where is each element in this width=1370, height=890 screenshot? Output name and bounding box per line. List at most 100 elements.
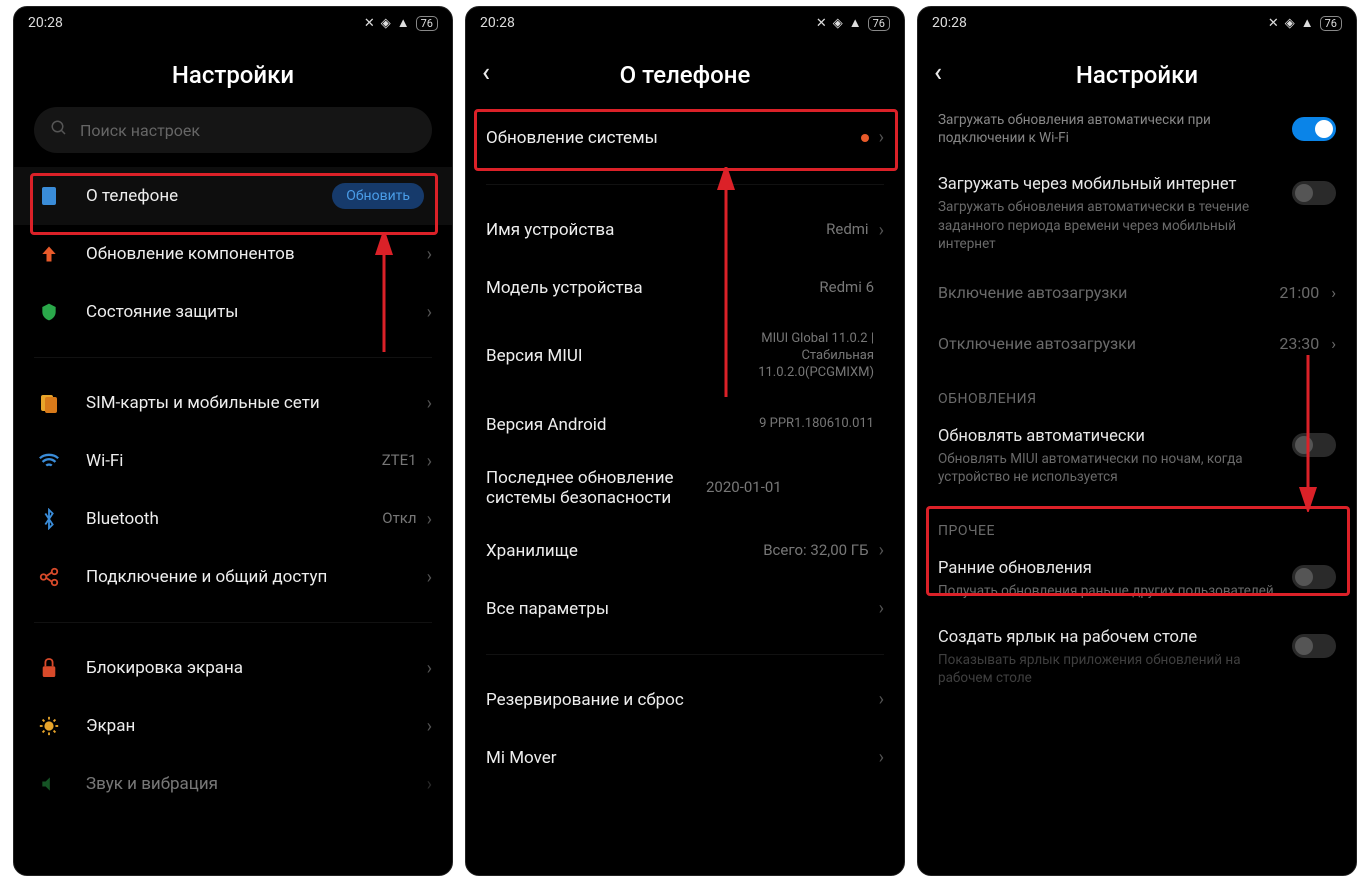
mobile-download-toggle[interactable]: Загружать через мобильный интернет Загру… bbox=[918, 161, 1356, 267]
dnd-icon: ✕ bbox=[1268, 16, 1279, 31]
chevron-right-icon: › bbox=[879, 540, 884, 561]
wifi-download-toggle[interactable]: Загружать обновления автоматически при п… bbox=[918, 107, 1356, 161]
toggle-title: Ранние обновления bbox=[938, 559, 1280, 578]
row-label: Версия Android bbox=[486, 415, 759, 435]
status-icons: ✕ ◈ ▲ 76 bbox=[1268, 15, 1342, 31]
row-label: Обновление компонентов bbox=[86, 244, 427, 264]
notification-dot-icon bbox=[861, 134, 869, 142]
toggle-switch[interactable] bbox=[1292, 634, 1336, 658]
components-update-row[interactable]: Обновление компонентов › bbox=[14, 225, 452, 283]
toggle-switch[interactable] bbox=[1292, 565, 1336, 589]
section-header-updates: ОБНОВЛЕНИЯ bbox=[918, 369, 1356, 413]
chevron-right-icon: › bbox=[427, 658, 432, 679]
lockscreen-row[interactable]: Блокировка экрана › bbox=[14, 639, 452, 697]
sharing-row[interactable]: Подключение и общий доступ › bbox=[14, 548, 452, 606]
device-name-row[interactable]: Имя устройства Redmi › bbox=[466, 201, 904, 259]
page-title: О телефоне bbox=[620, 61, 751, 89]
miui-version-row[interactable]: Версия MIUI MIUI Global 11.0.2 | Стабиль… bbox=[466, 317, 904, 396]
chevron-right-icon: › bbox=[427, 567, 432, 588]
search-input[interactable]: Поиск настроек bbox=[34, 107, 432, 153]
update-badge[interactable]: Обновить bbox=[332, 183, 424, 209]
sound-row[interactable]: Звук и вибрация › bbox=[14, 755, 452, 813]
arrow-up-icon bbox=[34, 239, 64, 269]
shield-icon bbox=[34, 297, 64, 327]
row-label: Wi-Fi bbox=[86, 451, 382, 471]
about-phone-label: О телефоне bbox=[86, 186, 332, 206]
row-label: Резервирование и сброс bbox=[486, 690, 879, 710]
row-label: Состояние защиты bbox=[86, 302, 427, 322]
row-value: 2020-01-01 bbox=[706, 478, 782, 498]
signal-icon: ▲ bbox=[849, 15, 862, 31]
chevron-right-icon: › bbox=[427, 509, 432, 530]
status-icons: ✕ ◈ ▲ 76 bbox=[816, 15, 890, 31]
chevron-right-icon: › bbox=[1331, 283, 1336, 302]
wifi-icon: ◈ bbox=[1285, 16, 1295, 31]
about-phone-row[interactable]: О телефоне Обновить bbox=[14, 167, 452, 225]
autoload-off-row[interactable]: Отключение автозагрузки 23:30 › bbox=[918, 318, 1356, 369]
android-version-row[interactable]: Версия Android 9 PPR1.180610.011 bbox=[466, 396, 904, 454]
row-label: Подключение и общий доступ bbox=[86, 567, 427, 587]
share-icon bbox=[34, 562, 64, 592]
auto-update-toggle[interactable]: Обновлять автоматически Обновлять MIUI а… bbox=[918, 413, 1356, 500]
sim-icon bbox=[34, 388, 64, 418]
about-list: Обновление системы › Имя устройства Redm… bbox=[466, 107, 904, 875]
status-bar: 20:28 ✕ ◈ ▲ 76 bbox=[466, 7, 904, 39]
wifi-icon: ◈ bbox=[833, 16, 843, 31]
clock: 20:28 bbox=[932, 15, 967, 31]
device-model-row[interactable]: Модель устройства Redmi 6 bbox=[466, 259, 904, 317]
backup-reset-row[interactable]: Резервирование и сброс › bbox=[466, 671, 904, 729]
signal-icon: ▲ bbox=[1301, 15, 1314, 31]
all-params-row[interactable]: Все параметры › bbox=[466, 580, 904, 638]
row-value: Откл bbox=[382, 509, 416, 529]
search-placeholder: Поиск настроек bbox=[80, 121, 200, 140]
clock: 20:28 bbox=[480, 15, 515, 31]
toggle-switch[interactable] bbox=[1292, 181, 1336, 205]
phone-screen-3: 20:28 ✕ ◈ ▲ 76 ‹ Настройки Загружать обн… bbox=[917, 6, 1357, 876]
toggle-title: Создать ярлык на рабочем столе bbox=[938, 628, 1280, 647]
battery-icon: 76 bbox=[416, 16, 438, 31]
security-status-row[interactable]: Состояние защиты › bbox=[14, 283, 452, 341]
chevron-right-icon: › bbox=[427, 302, 432, 323]
sim-row[interactable]: SIM-карты и мобильные сети › bbox=[14, 374, 452, 432]
row-label: Отключение автозагрузки bbox=[938, 334, 1136, 353]
toggle-subtitle: Загружать обновления автоматически при п… bbox=[938, 111, 1280, 147]
display-row[interactable]: Экран › bbox=[14, 697, 452, 755]
wifi-icon: ◈ bbox=[381, 16, 391, 31]
system-update-row[interactable]: Обновление системы › bbox=[466, 107, 904, 168]
storage-row[interactable]: Хранилище Всего: 32,00 ГБ › bbox=[466, 522, 904, 580]
row-value: 23:30 bbox=[1279, 334, 1319, 353]
row-label: Включение автозагрузки bbox=[938, 283, 1127, 302]
status-icons: ✕ ◈ ▲ 76 bbox=[364, 15, 438, 31]
chevron-right-icon: › bbox=[427, 393, 432, 414]
chevron-right-icon: › bbox=[879, 747, 884, 768]
chevron-right-icon: › bbox=[879, 127, 884, 148]
row-value: 9 PPR1.180610.011 bbox=[759, 416, 874, 433]
back-button[interactable]: ‹ bbox=[934, 58, 942, 88]
back-button[interactable]: ‹ bbox=[482, 58, 490, 88]
row-value: Redmi 6 bbox=[819, 278, 874, 298]
chevron-right-icon: › bbox=[879, 220, 884, 241]
toggle-subtitle: Обновлять MIUI автоматически по ночам, к… bbox=[938, 450, 1280, 486]
toggle-title: Загружать через мобильный интернет bbox=[938, 175, 1280, 194]
toggle-switch[interactable] bbox=[1292, 117, 1336, 141]
wifi-icon bbox=[34, 446, 64, 476]
mi-mover-row[interactable]: Mi Mover › bbox=[466, 729, 904, 787]
autoload-on-row[interactable]: Включение автозагрузки 21:00 › bbox=[918, 267, 1356, 318]
row-label: Звук и вибрация bbox=[86, 774, 427, 794]
toggle-switch[interactable] bbox=[1292, 433, 1336, 457]
battery-icon: 76 bbox=[1320, 16, 1342, 31]
chevron-right-icon: › bbox=[427, 244, 432, 265]
row-label: Последнее обновление системы безопасност… bbox=[486, 468, 706, 508]
wifi-row[interactable]: Wi-Fi ZTE1 › bbox=[14, 432, 452, 490]
row-value: MIUI Global 11.0.2 | Стабильная 11.0.2.0… bbox=[704, 331, 874, 382]
bluetooth-row[interactable]: Bluetooth Откл › bbox=[14, 490, 452, 548]
shortcut-toggle[interactable]: Создать ярлык на рабочем столе Показыват… bbox=[918, 614, 1356, 701]
chevron-right-icon: › bbox=[427, 451, 432, 472]
early-updates-toggle[interactable]: Ранние обновления Получать обновления ра… bbox=[918, 545, 1356, 614]
signal-icon: ▲ bbox=[397, 15, 410, 31]
chevron-right-icon: › bbox=[427, 774, 432, 795]
clock: 20:28 bbox=[28, 15, 63, 31]
lock-icon bbox=[34, 653, 64, 683]
security-patch-row[interactable]: Последнее обновление системы безопасност… bbox=[466, 454, 904, 522]
chevron-right-icon: › bbox=[879, 689, 884, 710]
